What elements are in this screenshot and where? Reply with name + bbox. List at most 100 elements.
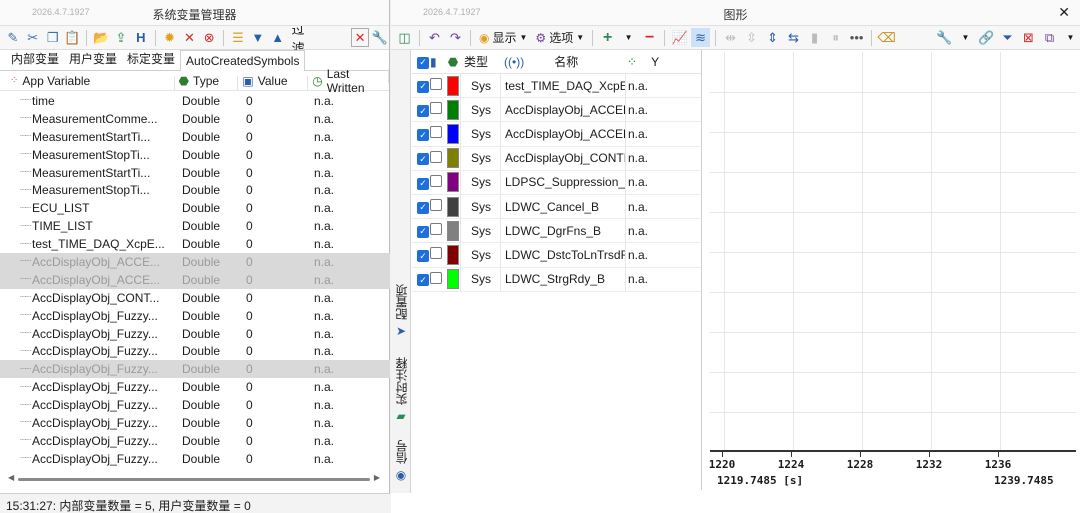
table-row[interactable]: ┈┈ AccDisplayObj_Fuzzy... Double 0 n.a. (0, 342, 390, 360)
signal-row[interactable]: ✓ Sys LDWC_StrgRdy_B n.a. (412, 267, 701, 292)
settings-icon[interactable]: ✹ (161, 28, 179, 47)
more-icon[interactable]: ••• (847, 28, 866, 47)
signal-color-swatch[interactable] (446, 148, 460, 169)
cut-icon[interactable]: ✂ (24, 28, 42, 47)
marker-icon[interactable]: ▮ (805, 28, 824, 47)
signal-row[interactable]: ✓ SysAccDisplayObj_ACCEL_Fn.a. (412, 122, 701, 147)
table-row[interactable]: ┈┈ AccDisplayObj_ACCE... Double 0 n.a. (0, 253, 390, 271)
expand-vertical-icon[interactable]: ⇕ (763, 28, 782, 47)
edit-icon[interactable]: ✎ (4, 28, 22, 47)
collapse-horizontal-icon[interactable]: ⇆ (784, 28, 803, 47)
signal-visible-checkbox[interactable] (430, 102, 446, 117)
table-row[interactable]: ┈┈ TIME_LIST Double 0 n.a. (0, 217, 390, 235)
side-tab-realtime-annotation[interactable]: 实时注释 ▰ (391, 355, 411, 423)
delete-icon[interactable]: ✕ (181, 28, 199, 47)
multi-line-chart-icon[interactable]: ≋ (691, 28, 711, 47)
pause-icon[interactable]: ⏸ (826, 28, 845, 47)
horizontal-scrollbar[interactable]: ◀ ▶ (8, 473, 380, 484)
graph-plot-area[interactable]: 1219.7485 [s] 1239.7485 1220 1224 1228 1232… (709, 52, 1076, 492)
column-header-value[interactable]: ▣ Value (238, 74, 309, 90)
table-row[interactable]: ┈┈ AccDisplayObj_Fuzzy... Double 0 n.a. (0, 307, 390, 325)
signal-row[interactable]: ✓ SysAccDisplayObj_CONTROn.a. (412, 146, 701, 171)
scrollbar-thumb[interactable] (18, 478, 370, 481)
tab-auto-created-symbols[interactable]: AutoCreatedSymbols (180, 50, 306, 71)
signal-color-swatch[interactable] (446, 196, 460, 217)
import-icon[interactable]: ⇪ (112, 28, 130, 47)
table-row[interactable]: ┈┈ AccDisplayObj_Fuzzy... Double 0 n.a. (0, 378, 390, 396)
visibility-column-icon[interactable]: ▮ (430, 55, 446, 69)
side-tab-config[interactable]: 配置项 ➤ (391, 282, 411, 338)
signal-color-swatch[interactable] (446, 75, 460, 96)
redo-icon[interactable]: ↷ (446, 28, 465, 47)
scroll-left-icon[interactable]: ◀ (8, 473, 14, 482)
table-row[interactable]: ┈┈ AccDisplayObj_ACCE... Double 0 n.a. (0, 270, 390, 289)
side-tab-signal[interactable]: 信号 ◉ (391, 438, 411, 482)
chevron-down-icon[interactable]: ▼ (619, 28, 638, 47)
signal-visible-checkbox[interactable] (430, 223, 446, 238)
signal-color-swatch[interactable] (446, 123, 460, 144)
signal-enabled-checkbox[interactable]: ✓ (412, 223, 430, 238)
table-row[interactable]: ┈┈ MeasurementStartTi... Double 0 n.a. (0, 128, 390, 146)
scroll-right-icon[interactable]: ▶ (374, 473, 380, 482)
signal-row[interactable]: ✓ SysLDWC_DstcToLnTrsdRi_Bn.a. (412, 243, 701, 268)
table-row[interactable]: ┈┈ AccDisplayObj_Fuzzy... Double 0 n.a. (0, 360, 390, 379)
signal-visible-checkbox[interactable] (430, 199, 446, 214)
display-menu-button[interactable]: ◉ 显示 ▼ (476, 28, 530, 47)
signal-visible-checkbox[interactable] (430, 126, 446, 141)
table-row[interactable]: ┈┈ MeasurementComme... Double 0 n.a. (0, 110, 390, 128)
signal-enabled-checkbox[interactable]: ✓ (412, 248, 430, 263)
signal-row[interactable]: ✓ Sys LDWC_Cancel_B n.a. (412, 194, 701, 220)
signal-color-swatch[interactable] (446, 172, 460, 193)
signal-enabled-checkbox[interactable]: ✓ (412, 78, 430, 93)
table-row[interactable]: ┈┈ MeasurementStartTi... Double 0 n.a. (0, 164, 390, 182)
add-signal-icon[interactable]: + (598, 28, 617, 47)
options-menu-button[interactable]: ⚙ 选项 ▼ (532, 28, 587, 47)
signal-enabled-checkbox[interactable]: ✓ (412, 272, 430, 287)
table-row[interactable]: ┈┈ AccDisplayObj_Fuzzy... Double 0 n.a. (0, 450, 390, 468)
h-icon[interactable]: H (132, 28, 150, 47)
wrench-icon[interactable]: 🔧 (935, 28, 954, 47)
table-row[interactable]: ┈┈ ECU_LIST Double 0 n.a. (0, 199, 390, 217)
signal-color-swatch[interactable] (446, 244, 460, 265)
move-down-icon[interactable]: ▼ (249, 28, 267, 47)
table-row[interactable]: ┈┈ MeasurementStopTi... Double 0 n.a. (0, 181, 390, 199)
filter-clear-icon[interactable]: ✕ (351, 28, 370, 47)
wrench-icon[interactable]: 🔧 (371, 28, 389, 47)
column-header-name[interactable]: ((•)) 名称 (500, 50, 625, 73)
column-header-name[interactable]: ⁘ App Variable (0, 74, 175, 90)
signal-row[interactable]: ✓ Sys LDPSC_Suppression_B n.a. (412, 170, 701, 195)
fit-horizontal-icon[interactable]: ⇹ (721, 28, 740, 47)
signal-color-swatch[interactable] (446, 269, 460, 290)
line-chart-icon[interactable]: 📈 (670, 28, 689, 47)
signal-color-swatch[interactable] (446, 99, 460, 120)
signal-enabled-checkbox[interactable]: ✓ (412, 175, 430, 190)
signal-enabled-checkbox[interactable]: ✓ (412, 151, 430, 166)
select-all-checkbox[interactable]: ✓ (412, 54, 430, 69)
sort-icon[interactable]: ☰ (229, 28, 247, 47)
table-row[interactable]: ┈┈ MeasurementStopTi... Double 0 n.a. (0, 146, 390, 164)
column-header-last-written[interactable]: ◷ Last Written (308, 67, 389, 95)
signal-color-swatch[interactable] (446, 220, 460, 241)
column-header-type[interactable]: 类型 (460, 50, 500, 73)
fit-vertical-icon[interactable]: ⇳ (742, 28, 761, 47)
eraser-icon[interactable]: ⌫ (877, 28, 896, 47)
chevron-down-icon[interactable]: ▼ (1061, 28, 1080, 47)
move-up-icon[interactable]: ▲ (269, 28, 287, 47)
tab-user-variables[interactable]: 用户变量 (64, 47, 122, 70)
funnel-icon[interactable]: ⏷ (998, 28, 1017, 47)
remove-signal-icon[interactable]: − (640, 28, 659, 47)
link-icon[interactable]: 🔗 (977, 28, 996, 47)
filter-remove-icon[interactable]: ⊠ (1019, 28, 1038, 47)
table-row[interactable]: ┈┈ test_TIME_DAQ_XcpE... Double 0 n.a. (0, 235, 390, 253)
close-icon[interactable]: ✕ (1058, 4, 1070, 21)
tab-internal-variables[interactable]: 内部变量 (6, 47, 64, 70)
signal-row[interactable]: ✓ SysAccDisplayObj_ACCEL_Fn.a. (412, 98, 701, 123)
signal-row[interactable]: ✓ Systest_TIME_DAQ_XcpEven.a. (412, 74, 701, 99)
signal-visible-checkbox[interactable] (430, 150, 446, 166)
table-row[interactable]: ┈┈ AccDisplayObj_Fuzzy... Double 0 n.a. (0, 414, 390, 432)
export-icon[interactable]: ⧉ (1040, 28, 1059, 47)
signal-enabled-checkbox[interactable]: ✓ (412, 127, 430, 142)
column-header-type[interactable]: ⬣ Type (175, 74, 239, 90)
copy-icon[interactable]: ❐ (44, 28, 62, 47)
table-row[interactable]: ┈┈ AccDisplayObj_Fuzzy... Double 0 n.a. (0, 325, 390, 343)
